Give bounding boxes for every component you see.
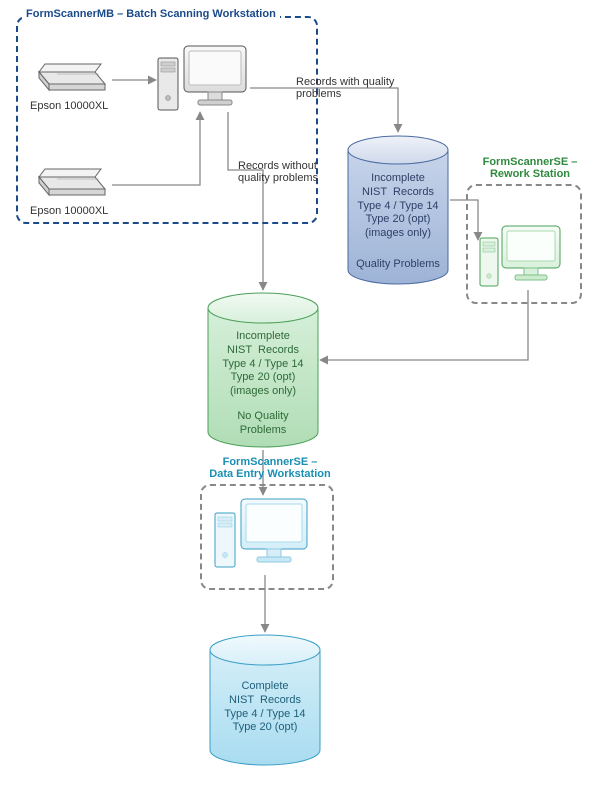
scanner-bottom-label: Epson 10000XL: [30, 205, 108, 217]
arrow-label-without-problems: Records without quality problems: [238, 160, 318, 184]
group-rework-station: [466, 184, 582, 304]
arrow-label-with-problems: Records with quality problems: [296, 76, 394, 100]
cylinder-quality-footer: Quality Problems: [348, 258, 448, 272]
scanner-top-label: Epson 10000XL: [30, 100, 108, 112]
group-batch-title: FormScannerMB – Batch Scanning Workstati…: [22, 8, 280, 20]
group-data-entry: [200, 484, 334, 590]
cylinder-complete-text: Complete NIST Records Type 4 / Type 14 T…: [210, 680, 320, 735]
group-dataentry-title: FormScannerSE – Data Entry Workstation: [200, 456, 340, 480]
group-batch-scanning: [16, 16, 318, 224]
group-rework-title: FormScannerSE – Rework Station: [480, 156, 580, 180]
cylinder-noquality-footer: No Quality Problems: [208, 410, 318, 438]
cylinder-quality-text: Incomplete NIST Records Type 4 / Type 14…: [348, 172, 448, 241]
cylinder-noquality-text: Incomplete NIST Records Type 4 / Type 14…: [208, 330, 318, 399]
